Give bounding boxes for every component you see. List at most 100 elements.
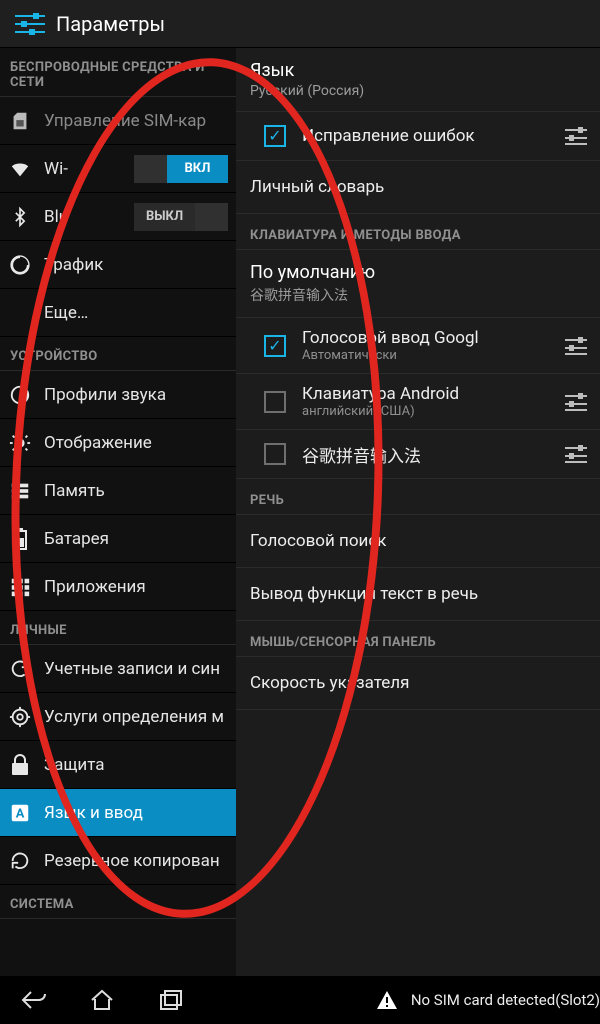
sliders-icon[interactable] [562,388,590,416]
bluetooth-toggle[interactable]: ВЫКЛ [134,203,228,231]
sidebar-item-location[interactable]: Услуги определения м [0,693,236,741]
back-button[interactable] [6,980,62,1020]
sliders-icon[interactable] [562,122,590,150]
sidebar-item-label: Профили звука [44,385,228,405]
sidebar-item-accounts[interactable]: Учетные записи и син [0,645,236,693]
sidebar-item-label: Управление SIM-кар [44,111,228,131]
sidebar-item-sound[interactable]: Профили звука [0,371,236,419]
pointer-speed-row[interactable]: Скорость указателя [236,657,600,710]
default-sub: 谷歌拼音输入法 [250,285,586,305]
personal-dict-label: Личный словарь [250,177,384,197]
sidebar-item-label: Защита [44,755,228,775]
settings-icon [10,8,50,40]
sidebar-item-more[interactable]: Еще… [0,289,236,337]
sidebar-item-apps[interactable]: Приложения [0,563,236,611]
battery-icon [6,525,34,553]
spellcheck-row[interactable]: Исправление ошибок [236,112,600,161]
pointer-speed-label: Скорость указателя [250,673,409,693]
sim-icon [6,107,34,135]
sound-icon [6,381,34,409]
bluetooth-icon [6,203,34,231]
sliders-icon[interactable] [562,440,590,468]
sidebar-item-label: Еще… [44,303,228,323]
apps-icon [6,573,34,601]
mouse-section-header: МЫШЬ/СЕНСОРНАЯ ПАНЕЛЬ [236,621,600,657]
lock-icon [6,751,34,779]
sidebar-item-label: Трафик [44,255,228,275]
sidebar-item-label: Резервное копирован [44,851,228,871]
sidebar-item-language[interactable]: A Язык и ввод [0,789,236,837]
sidebar-item-sim[interactable]: Управление SIM-кар [0,97,236,145]
sidebar-section-personal: ЛИЧНЫЕ [0,611,236,645]
sidebar-section-system: СИСТЕМА [0,885,236,919]
personal-dict-row[interactable]: Личный словарь [236,161,600,214]
warning-icon [375,988,399,1012]
recent-apps-button[interactable] [142,980,198,1020]
ime-label: 谷歌拼音输入法 [302,442,554,467]
sidebar-item-label: Батарея [44,529,228,549]
ime-checkbox[interactable] [264,391,286,413]
language-title: Язык [250,60,586,81]
language-row[interactable]: Язык Русский (Россия) [236,48,600,112]
app-header: Параметры [0,0,600,48]
display-icon [6,429,34,457]
language-sub: Русский (Россия) [250,83,586,99]
blank-icon [6,299,34,327]
keyboard-section-header: КЛАВИАТУРА И МЕТОДЫ ВВОДА [236,214,600,250]
sidebar-item-data[interactable]: Трафик [0,241,236,289]
ime-row-android-kb[interactable]: Клавиатура Android английский (США) [236,374,600,430]
sidebar-item-wifi[interactable]: Wi- ВКЛ [0,145,236,193]
location-icon [6,703,34,731]
content: БЕСПРОВОДНЫЕ СРЕДСТВА И СЕТИ Управление … [0,48,600,976]
backup-icon [6,847,34,875]
sidebar-item-label: Услуги определения м [44,707,228,727]
sidebar-item-label: Отображение [44,433,228,453]
language-icon: A [6,799,34,827]
sidebar-item-label: Wi- [44,159,134,179]
sidebar-item-label: Приложения [44,577,228,597]
sim-warning-text: No SIM card detected(Slot2) [411,991,600,1009]
default-title: По умолчанию [250,262,586,283]
wifi-icon [6,155,34,183]
settings-sidebar: БЕСПРОВОДНЫЕ СРЕДСТВА И СЕТИ Управление … [0,48,236,976]
detail-pane: Язык Русский (Россия) Исправление ошибок… [236,48,600,976]
tts-label: Вывод функции текст в речь [250,584,478,604]
ime-checkbox[interactable] [264,443,286,465]
default-ime-row[interactable]: По умолчанию 谷歌拼音输入法 [236,250,600,318]
ime-row-google-voice[interactable]: Голосовой ввод Googl Автоматически [236,318,600,374]
data-usage-icon [6,251,34,279]
sidebar-item-storage[interactable]: Память [0,467,236,515]
ime-sub: английский (США) [302,404,554,419]
voice-search-row[interactable]: Голосовой поиск [236,515,600,568]
ime-label: Клавиатура Android [302,384,554,404]
wifi-toggle[interactable]: ВКЛ [134,155,228,183]
system-navbar: No SIM card detected(Slot2) [0,976,600,1024]
sidebar-item-label: Blu [44,207,134,227]
ime-sub: Автоматически [302,348,554,363]
ime-label: Голосовой ввод Googl [302,328,554,348]
sidebar-item-bluetooth[interactable]: Blu ВЫКЛ [0,193,236,241]
spellcheck-checkbox[interactable] [264,125,286,147]
ime-checkbox[interactable] [264,335,286,357]
ime-row-google-pinyin[interactable]: 谷歌拼音输入法 [236,430,600,479]
spellcheck-label: Исправление ошибок [302,126,554,146]
storage-icon [6,477,34,505]
sidebar-item-display[interactable]: Отображение [0,419,236,467]
sync-icon [6,655,34,683]
speech-section-header: РЕЧЬ [236,479,600,515]
sidebar-item-label: Язык и ввод [44,803,228,823]
sim-warning[interactable]: No SIM card detected(Slot2) [375,988,600,1012]
sidebar-item-label: Память [44,481,228,501]
sidebar-item-backup[interactable]: Резервное копирован [0,837,236,885]
sidebar-section-wireless: БЕСПРОВОДНЫЕ СРЕДСТВА И СЕТИ [0,48,236,97]
sidebar-item-security[interactable]: Защита [0,741,236,789]
sidebar-item-label: Учетные записи и син [44,659,228,679]
sidebar-section-device: УСТРОЙСТВО [0,337,236,371]
home-button[interactable] [74,980,130,1020]
svg-text:A: A [16,806,25,821]
header-title: Параметры [56,12,165,36]
voice-search-label: Голосовой поиск [250,531,386,551]
sliders-icon[interactable] [562,332,590,360]
sidebar-item-battery[interactable]: Батарея [0,515,236,563]
tts-row[interactable]: Вывод функции текст в речь [236,568,600,621]
